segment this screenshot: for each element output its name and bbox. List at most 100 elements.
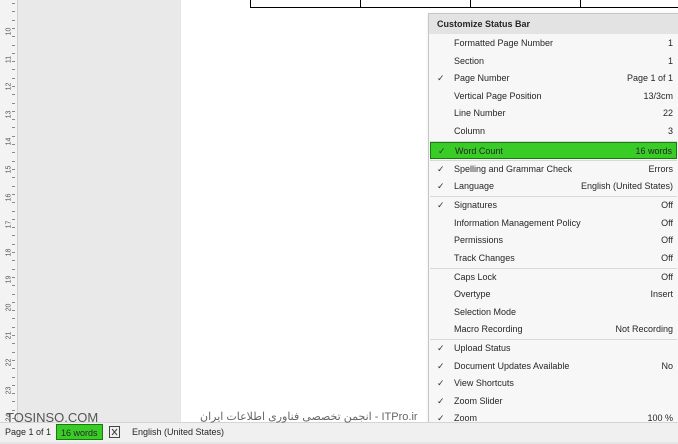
menu-item-track-changes[interactable]: Track Changes Off (430, 250, 677, 267)
menu-item-value: Off (661, 200, 673, 210)
menu-item-label: Vertical Page Position (454, 90, 542, 101)
menu-item-value: English (United States) (580, 181, 673, 191)
checkmark-icon: ✓ (437, 73, 445, 83)
menu-item-value: Off (661, 252, 673, 263)
ruler-tick (12, 45, 15, 46)
ruler-tick (12, 235, 15, 236)
menu-item-label: Signatures (454, 200, 498, 210)
ruler-number: 18 (5, 248, 13, 257)
status-language[interactable]: English (United States) (132, 423, 224, 441)
menu-item-label: Permissions (454, 235, 504, 245)
ruler-number: 11 (5, 55, 13, 63)
menu-item-label: Track Changes (454, 252, 515, 263)
ruler-number: 16 (5, 193, 13, 201)
ruler-number: 13 (5, 110, 13, 119)
menu-item-view-shortcuts[interactable]: ✓ View Shortcuts (430, 375, 677, 392)
menu-item-label: View Shortcuts (454, 378, 514, 388)
menu-item-line-number[interactable]: Line Number 22 (430, 105, 677, 122)
menu-title: Customize Status Bar (429, 14, 678, 34)
menu-item-vertical-page-position[interactable]: Vertical Page Position 13/3cm (430, 88, 677, 105)
menu-item-label: Selection Mode (454, 306, 517, 317)
menu-item-word-count[interactable]: ✓ Word Count 16 words (430, 141, 677, 159)
ruler-tick (12, 177, 15, 178)
ruler-tick (12, 186, 15, 187)
menu-item-value: 16 words (635, 145, 672, 156)
table-column-border (470, 0, 471, 7)
menu-item-label: Language (454, 181, 495, 191)
document-table[interactable] (250, 0, 678, 8)
menu-item-document-updates-available[interactable]: ✓ Document Updates Available No (430, 358, 677, 375)
menu-item-value: 3 (667, 125, 673, 136)
menu-item-spelling-and-grammar-check[interactable]: ✓ Spelling and Grammar Check Errors (430, 161, 677, 178)
menu-item-language[interactable]: ✓ Language English (United States) (430, 178, 677, 195)
watermark-right: ITPro.ir - انجمن تخصصی فناوری اطلاعات ای… (200, 411, 418, 423)
checkmark-icon: ✓ (437, 200, 445, 210)
ruler-tick (12, 318, 15, 319)
menu-item-value: 13/3cm (643, 90, 673, 101)
menu-item-value: 1 (667, 38, 673, 48)
menu-item-label: Caps Lock (454, 271, 497, 282)
menu-item-selection-mode[interactable]: Selection Mode (430, 304, 677, 321)
document-margin (18, 0, 180, 422)
ruler-number: 14 (5, 138, 13, 146)
menu-item-caps-lock[interactable]: Caps Lock Off (430, 269, 677, 286)
menu-item-label: Spelling and Grammar Check (454, 163, 573, 174)
menu-item-label: Information Management Policy (454, 217, 581, 228)
ruler-number: 21 (5, 331, 13, 339)
menu-item-information-management-policy[interactable]: Information Management Policy Off (430, 215, 677, 232)
watermark-left: TOSINSO.COM (6, 410, 99, 425)
menu-item-overtype[interactable]: Overtype Insert (430, 286, 677, 303)
status-word-count[interactable]: 16 words (56, 424, 103, 440)
menu-item-formatted-page-number[interactable]: Formatted Page Number 1 (430, 35, 677, 52)
ruler-number: 12 (5, 82, 13, 91)
menu-item-label: Line Number (454, 108, 506, 118)
menu-item-label: Page Number (454, 73, 510, 83)
checkmark-icon: ✓ (437, 360, 445, 371)
ruler-number: 23 (5, 386, 13, 395)
status-page-number[interactable]: Page 1 of 1 (5, 423, 51, 441)
menu-item-page-number[interactable]: ✓ Page Number Page 1 of 1 (430, 70, 677, 87)
menu-item-upload-status[interactable]: ✓ Upload Status (430, 340, 677, 357)
menu-item-permissions[interactable]: Permissions Off (430, 232, 677, 249)
ruler-number: 10 (5, 27, 13, 36)
ruler-tick (12, 11, 15, 12)
table-column-border (580, 0, 581, 7)
menu-item-macro-recording[interactable]: Macro Recording Not Recording (430, 321, 677, 338)
menu-item-value: Off (661, 271, 673, 282)
menu-item-value: Insert (650, 289, 673, 299)
ruler-tick (12, 127, 15, 128)
ruler-tick (12, 69, 15, 70)
checkmark-icon: ✓ (437, 395, 445, 406)
menu-item-zoom-slider[interactable]: ✓ Zoom Slider (430, 393, 677, 410)
menu-item-value: Off (661, 217, 673, 228)
menu-item-value: Page 1 of 1 (626, 73, 673, 83)
checkmark-icon: ✓ (437, 378, 445, 388)
ruler-tick (12, 401, 15, 402)
menu-item-value: No (661, 360, 673, 371)
ruler-number: 17 (5, 220, 13, 229)
customize-status-bar-menu: Customize Status Bar Formatted Page Numb… (428, 13, 678, 435)
ruler-tick (12, 20, 15, 21)
menu-item-value: Errors (648, 163, 674, 174)
menu-item-label: Document Updates Available (454, 360, 570, 371)
ruler-tick (12, 103, 15, 104)
ruler-tick (12, 294, 15, 295)
menu-item-column[interactable]: Column 3 (430, 123, 677, 140)
ruler-tick (12, 211, 15, 212)
vertical-ruler: 10 11 12 13 14 15 16 17 18 19 20 21 22 23 24 (0, 0, 18, 422)
ruler-tick (12, 343, 15, 344)
menu-item-section[interactable]: Section 1 (430, 53, 677, 70)
menu-item-label: Word Count (455, 145, 503, 156)
menu-item-value: 22 (662, 108, 673, 118)
menu-item-label: Overtype (454, 289, 491, 299)
ruler-tick (12, 94, 15, 95)
ruler-tick (12, 3, 15, 4)
ruler-number: 15 (5, 165, 13, 174)
menu-item-signatures[interactable]: ✓ Signatures Off (430, 197, 677, 214)
ruler-tick (12, 352, 15, 353)
menu-item-value: Off (661, 235, 673, 245)
proofing-icon[interactable] (109, 423, 121, 441)
menu-item-label: Zoom Slider (454, 395, 503, 406)
menu-item-label: Formatted Page Number (454, 38, 554, 48)
checkmark-icon: ✓ (437, 343, 445, 353)
